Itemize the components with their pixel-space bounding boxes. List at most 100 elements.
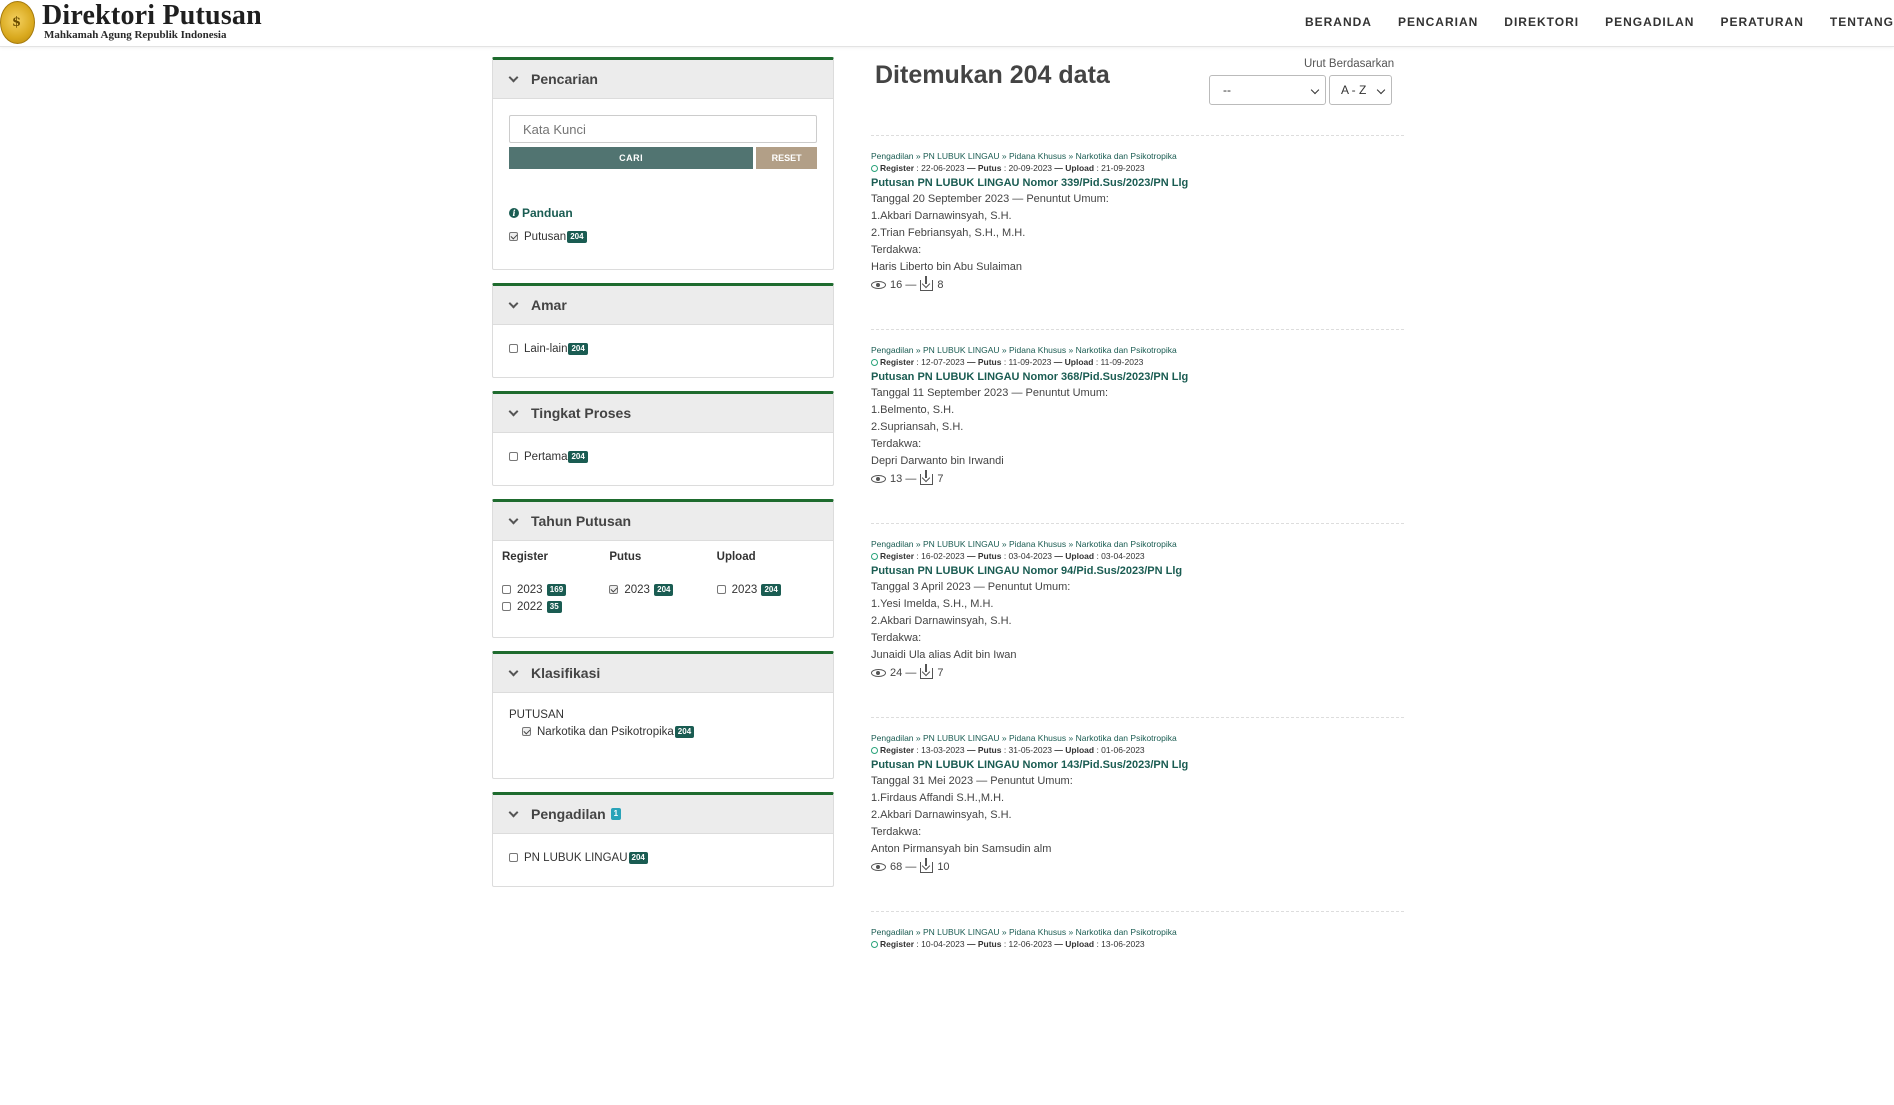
result-breadcrumb[interactable]: Pengadilan » PN LUBUK LINGAU » Pidana Kh… (871, 733, 1404, 744)
column-heading: Upload (716, 551, 756, 563)
upload-label: — Upload (1054, 551, 1095, 561)
panel-amar-header[interactable]: Amar (493, 286, 833, 325)
filter-upload-2023[interactable]: 2023 204 (716, 584, 824, 596)
eye-icon (871, 281, 886, 289)
main-nav: BERANDA PENCARIAN DIREKTORI PENGADILAN P… (1279, 15, 1894, 29)
panduan-link[interactable]: i Panduan (509, 206, 817, 220)
count-badge: 1 (610, 808, 622, 820)
result-breadcrumb[interactable]: Pengadilan » PN LUBUK LINGAU » Pidana Kh… (871, 345, 1404, 356)
upload-date: : 11-09-2023 (1095, 357, 1144, 367)
count-badge: 204 (761, 584, 781, 596)
nav-tentang[interactable]: TENTANG (1830, 15, 1894, 29)
nav-peraturan[interactable]: PERATURAN (1720, 15, 1803, 29)
eye-icon (871, 669, 886, 677)
upload-label: — Upload (1054, 939, 1095, 949)
nav-pengadilan[interactable]: PENGADILAN (1605, 15, 1694, 29)
panduan-label: Panduan (522, 206, 573, 220)
filter-label: Pertama (524, 451, 568, 463)
brand-subtitle: Mahkamah Agung Republik Indonesia (44, 29, 227, 41)
upload-2023-checkbox[interactable] (716, 584, 726, 594)
pn-lubuk-lingau-checkbox[interactable] (509, 852, 518, 862)
nav-direktori[interactable]: DIREKTORI (1504, 15, 1579, 29)
panel-tingkat-proses-header[interactable]: Tingkat Proses (493, 394, 833, 433)
panel-tahun-putusan-header[interactable]: Tahun Putusan (493, 502, 833, 541)
upload-date: : 13-06-2023 (1096, 939, 1145, 949)
filter-sidebar: Pencarian CARI RESET i Panduan Putusan 2… (492, 57, 834, 900)
year-label: 2023 (624, 584, 650, 596)
brand-title[interactable]: Direktori Putusan (42, 0, 262, 32)
download-count: 8 (937, 279, 944, 291)
selected-value: -- (1223, 83, 1231, 97)
result-stats: 13 — 7 (871, 469, 1404, 487)
filter-lain-lain[interactable]: Lain-lain 204 (509, 343, 817, 355)
keyword-search-input[interactable] (509, 115, 817, 143)
search-button[interactable]: CARI (509, 147, 754, 169)
nav-beranda[interactable]: BERANDA (1305, 15, 1372, 29)
filter-putus-2023[interactable]: 2023 204 (609, 584, 716, 596)
count-badge: 204 (628, 852, 648, 864)
putus-label: — Putus (966, 357, 1002, 367)
eye-icon (871, 475, 886, 483)
filter-narkotika[interactable]: Narkotika dan Psikotropika 204 (509, 726, 817, 738)
result-breadcrumb[interactable]: Pengadilan » PN LUBUK LINGAU » Pidana Kh… (871, 539, 1404, 550)
sort-order-select[interactable]: A - Z (1329, 75, 1392, 105)
terdakwa-name: Depri Darwanto bin Irwandi (871, 455, 1004, 467)
filter-pertama[interactable]: Pertama 204 (509, 451, 817, 463)
penuntut-umum-2: 2.Akbari Darnawinsyah, S.H. (871, 809, 1012, 821)
sort-field-select[interactable]: -- (1209, 75, 1326, 105)
register-date: : 12-07-2023 (916, 357, 965, 367)
result-title-link[interactable]: Putusan PN LUBUK LINGAU Nomor 94/Pid.Sus… (871, 563, 1404, 579)
result-stats: 68 — 10 (871, 857, 1404, 875)
filter-label: Narkotika dan Psikotropika (537, 726, 674, 738)
klasifikasi-group-label: PUTUSAN (509, 709, 564, 721)
pertama-checkbox[interactable] (509, 451, 518, 461)
penuntut-umum-2: 2.Trian Febriansyah, S.H., M.H. (871, 227, 1026, 239)
penuntut-umum-1: 1.Firdaus Affandi S.H.,M.H. (871, 792, 1005, 804)
mahkamah-agung-logo[interactable]: $ (0, 1, 35, 44)
putus-date: : 31-05-2023 (1003, 745, 1053, 755)
result-item: Pengadilan » PN LUBUK LINGAU » Pidana Kh… (871, 523, 1404, 717)
clock-icon (871, 552, 878, 560)
panel-klasifikasi: Klasifikasi PUTUSAN Narkotika dan Psikot… (492, 651, 834, 779)
stat-separator: — (905, 473, 917, 485)
panel-klasifikasi-header[interactable]: Klasifikasi (493, 654, 833, 693)
stat-separator: — (905, 279, 917, 291)
filter-register-2022[interactable]: 2022 35 (502, 601, 609, 613)
nav-pencarian[interactable]: PENCARIAN (1398, 15, 1478, 29)
year-label: 2023 (731, 584, 758, 596)
panel-tahun-putusan: Tahun Putusan Register 2023 169 2022 35 … (492, 499, 834, 638)
narkotika-checkbox[interactable] (522, 726, 531, 736)
upload-date: : 21-09-2023 (1096, 163, 1145, 173)
panel-pengadilan-header[interactable]: Pengadilan 1 (493, 795, 833, 834)
penuntut-umum-1: 1.Yesi Imelda, S.H., M.H. (871, 598, 994, 610)
result-title-link[interactable]: Putusan PN LUBUK LINGAU Nomor 368/Pid.Su… (871, 369, 1404, 385)
register-date: : 13-03-2023 (916, 745, 965, 755)
filter-pn-lubuk-lingau[interactable]: PN LUBUK LINGAU 204 (509, 852, 817, 864)
result-title-link[interactable]: Putusan PN LUBUK LINGAU Nomor 143/Pid.Su… (871, 757, 1404, 773)
lain-lain-checkbox[interactable] (509, 343, 518, 353)
putus-label: — Putus (966, 163, 1002, 173)
result-title-link[interactable]: Putusan PN LUBUK LINGAU Nomor 339/Pid.Su… (871, 175, 1404, 191)
penuntut-umum-2: 2.Supriansah, S.H. (871, 421, 964, 433)
result-dates: Register : 22-06-2023 — Putus : 20-09-20… (871, 162, 1404, 174)
download-icon (920, 469, 934, 485)
result-breadcrumb[interactable]: Pengadilan » PN LUBUK LINGAU » Pidana Kh… (871, 927, 1404, 938)
putusan-checkbox[interactable] (509, 231, 518, 241)
panel-pencarian-header[interactable]: Pencarian (493, 60, 833, 99)
selected-value: A - Z (1341, 83, 1367, 97)
top-navbar: $ Direktori Putusan Mahkamah Agung Repub… (0, 0, 1894, 47)
terdakwa-label: Terdakwa: (871, 438, 922, 450)
filter-label: Putusan (524, 231, 567, 243)
register-2022-checkbox[interactable] (502, 601, 511, 611)
filter-putusan[interactable]: Putusan 204 (509, 231, 817, 243)
result-dates: Register : 10-04-2023 — Putus : 12-06-20… (871, 938, 1404, 950)
register-label: Register (880, 551, 915, 561)
result-breadcrumb[interactable]: Pengadilan » PN LUBUK LINGAU » Pidana Kh… (871, 151, 1404, 162)
stat-separator: — (905, 667, 917, 679)
reset-button[interactable]: RESET (756, 147, 817, 169)
putus-date: : 11-09-2023 (1003, 357, 1052, 367)
register-2023-checkbox[interactable] (502, 584, 511, 594)
eye-icon (871, 863, 886, 871)
putus-2023-checkbox[interactable] (609, 584, 619, 594)
filter-register-2023[interactable]: 2023 169 (502, 584, 609, 596)
